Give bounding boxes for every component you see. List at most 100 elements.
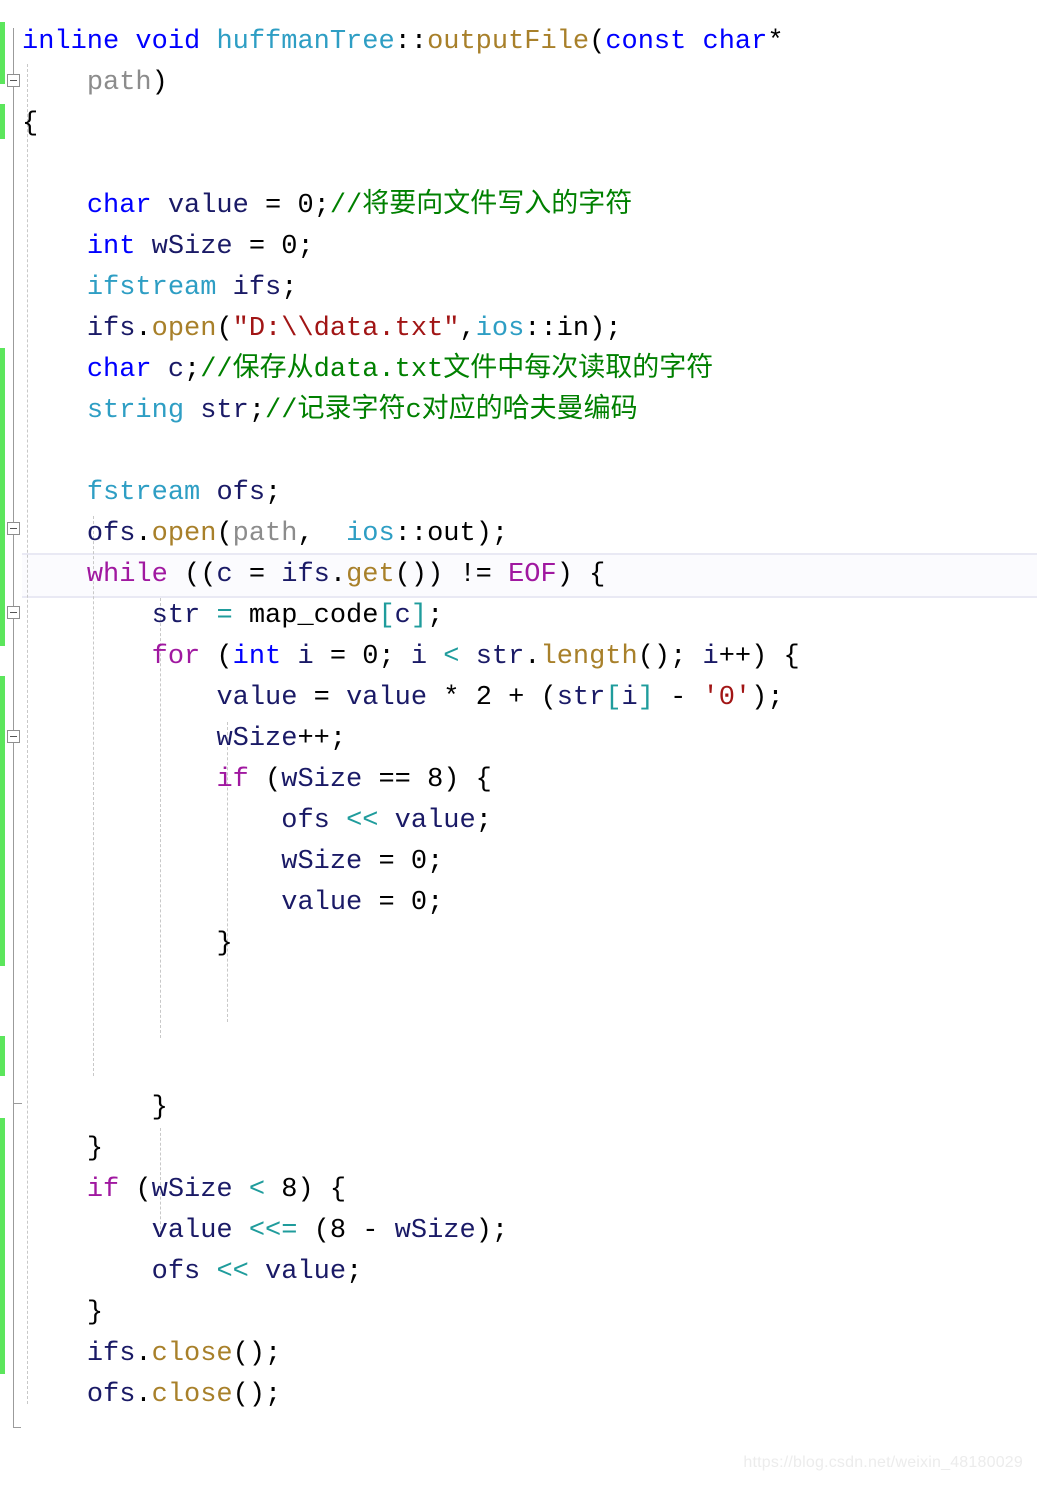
code-token: ; [427, 888, 444, 918]
code-token: fstream [86, 478, 201, 508]
code-token: open [151, 314, 217, 344]
code-token: "D:\\data.txt" [232, 314, 460, 344]
code-token: wSize [281, 765, 363, 795]
code-token: :: [394, 519, 428, 549]
code-line[interactable]: fstream ofs; [22, 473, 800, 514]
change-marker [0, 676, 5, 966]
code-line[interactable]: for (int i = 0; i < str.length(); i++) { [22, 637, 800, 678]
code-token: ); [751, 683, 784, 713]
code-token: i [297, 642, 314, 672]
code-line[interactable]: ifs.open("D:\\data.txt",ios::in); [22, 309, 800, 350]
code-line[interactable]: str = map_code[c]; [22, 596, 800, 637]
code-line[interactable]: ofs << value; [22, 1252, 800, 1293]
code-line[interactable]: } [22, 1293, 800, 1334]
code-line[interactable]: int wSize = 0; [22, 227, 800, 268]
code-line[interactable]: ofs << value; [22, 801, 800, 842]
code-line[interactable]: if (wSize == 8) { [22, 760, 800, 801]
code-line[interactable] [22, 1006, 800, 1047]
code-line[interactable]: wSize++; [22, 719, 800, 760]
code-token: EOF [508, 560, 557, 590]
code-line[interactable]: char c;//保存从data.txt文件中每次读取的字符 [22, 350, 800, 391]
code-token: ; [346, 1257, 363, 1287]
code-line[interactable] [22, 965, 800, 1006]
code-line[interactable]: ofs.open(path, ios::out); [22, 514, 800, 555]
change-marker [0, 104, 5, 139]
code-line[interactable] [22, 1457, 800, 1489]
code-token: ; [281, 273, 298, 303]
code-line[interactable]: } [22, 1088, 800, 1129]
code-line[interactable]: while ((c = ifs.get()) != EOF) { [22, 555, 800, 596]
code-line[interactable]: inline void huffmanTree::outputFile(cons… [22, 22, 800, 63]
code-line[interactable]: value <<= (8 - wSize); [22, 1211, 800, 1252]
code-token: i [410, 642, 428, 672]
code-token: char [702, 27, 768, 57]
code-token: c [394, 601, 411, 631]
code-token: ios [475, 314, 525, 344]
code-token: wSize [151, 1175, 233, 1205]
code-content[interactable]: inline void huffmanTree::outputFile(cons… [22, 22, 800, 1489]
code-line[interactable]: char value = 0;//将要向文件写入的字符 [22, 186, 800, 227]
code-line[interactable]: ofs.close(); [22, 1375, 800, 1416]
editor-gutter [0, 0, 22, 1489]
change-marker [0, 22, 5, 84]
code-token: c [216, 560, 233, 590]
code-token: string [86, 396, 185, 426]
code-line[interactable]: } [22, 1129, 800, 1170]
code-line[interactable] [22, 145, 800, 186]
code-line[interactable]: { [22, 104, 800, 145]
code-token: . [135, 1339, 152, 1369]
code-line[interactable]: string str;//记录字符c对应的哈夫曼编码 [22, 391, 800, 432]
code-token: ( [200, 642, 233, 672]
code-token: ( [119, 1175, 152, 1205]
code-token: 0 [410, 847, 428, 877]
code-token: length [540, 642, 638, 672]
code-line[interactable]: if (wSize < 8) { [22, 1170, 800, 1211]
code-token: i [702, 642, 719, 672]
code-token: wSize [394, 1216, 476, 1246]
collapse-minus-icon[interactable] [7, 74, 20, 87]
code-line[interactable]: value = 0; [22, 883, 800, 924]
code-line[interactable]: wSize = 0; [22, 842, 800, 883]
code-line[interactable]: ifs.close(); [22, 1334, 800, 1375]
code-token: :: [394, 27, 428, 57]
code-token: value [167, 191, 249, 221]
code-token: = [313, 642, 363, 672]
code-token: (); [232, 1339, 282, 1369]
code-token: 0 [281, 232, 298, 262]
code-token: value [394, 806, 476, 836]
code-line[interactable]: } [22, 924, 800, 965]
code-token: void [135, 27, 201, 57]
code-token: ( [216, 519, 233, 549]
code-token: const [605, 27, 687, 57]
code-line[interactable] [22, 432, 800, 473]
code-line[interactable] [22, 1416, 800, 1457]
collapse-minus-icon[interactable] [7, 730, 20, 743]
code-token: ofs [86, 1380, 136, 1410]
collapse-minus-icon[interactable] [7, 522, 20, 535]
code-token: - [346, 1216, 395, 1246]
code-line[interactable]: value = value * 2 + (str[i] - '0'); [22, 678, 800, 719]
code-token: str [556, 683, 606, 713]
code-token: //记录字符c对应的哈夫曼编码 [265, 396, 638, 426]
code-line[interactable]: ifstream ifs; [22, 268, 800, 309]
code-line[interactable] [22, 1047, 800, 1088]
code-line[interactable]: path) [22, 63, 800, 104]
code-token: ifs [86, 1339, 136, 1369]
collapse-minus-icon[interactable] [7, 606, 20, 619]
